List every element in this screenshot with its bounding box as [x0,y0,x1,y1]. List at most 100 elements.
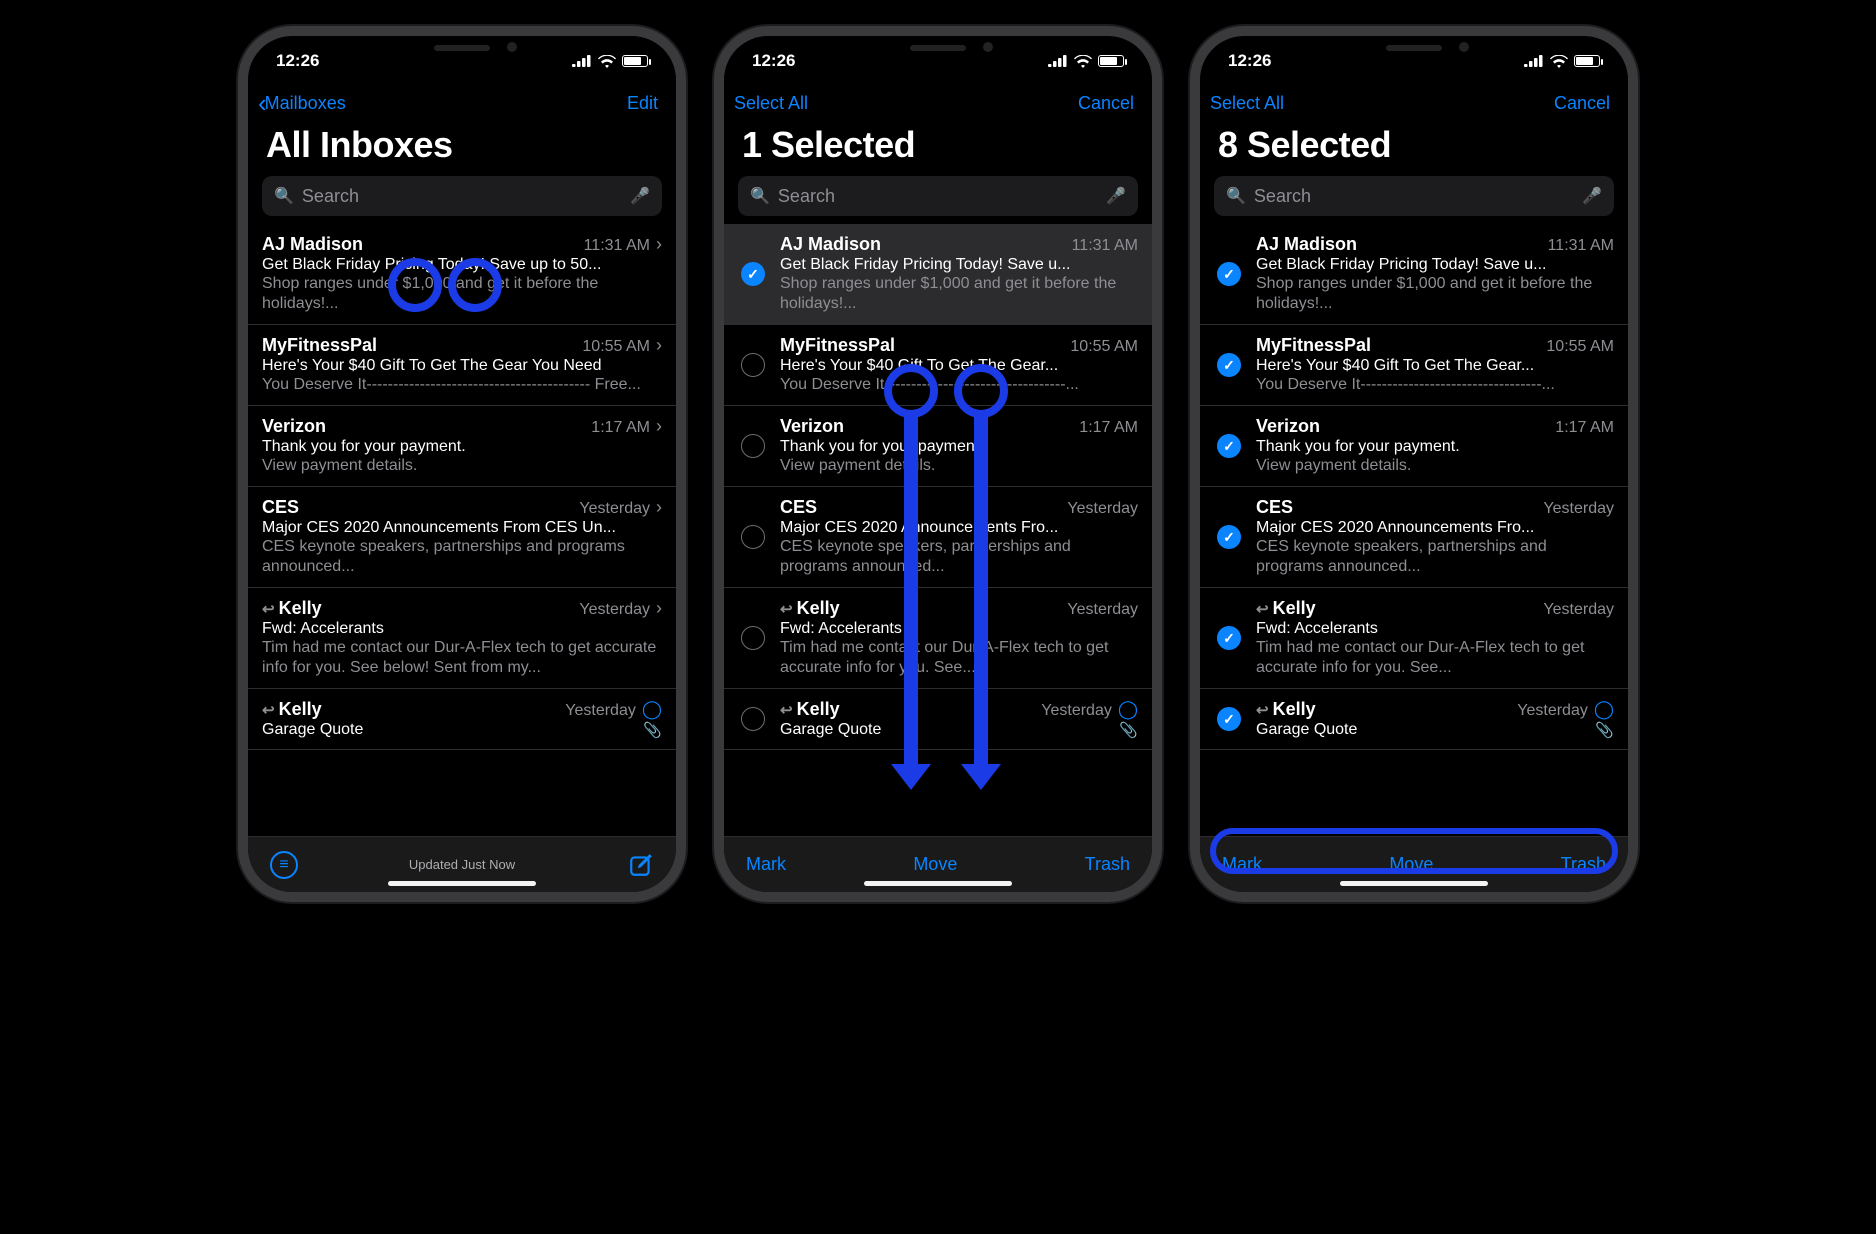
select-all-button[interactable]: Select All [1210,93,1284,114]
email-row[interactable]: MyFitnessPal10:55 AM›Here's Your $40 Gif… [248,325,676,406]
trash-button[interactable]: Trash [1561,854,1606,875]
checkbox-empty-icon[interactable] [741,707,765,731]
chevron-right-icon: › [656,416,662,437]
wifi-icon [1550,55,1568,68]
email-row[interactable]: ↩KellyYesterday›Fwd: AccelerantsTim had … [248,588,676,689]
email-list[interactable]: AJ Madison11:31 AM›Get Black Friday Pric… [248,224,676,836]
checkbox-empty-icon[interactable] [741,626,765,650]
nav-bar: Select All Cancel [724,82,1152,120]
email-row[interactable]: ✓AJ Madison11:31 AMGet Black Friday Pric… [1200,224,1628,325]
home-indicator[interactable] [388,881,536,886]
chevron-right-icon: › [656,598,662,619]
sender-label: Kelly [797,598,840,618]
email-row[interactable]: ✓CESYesterdayMajor CES 2020 Announcement… [1200,487,1628,588]
checkbox-empty-icon[interactable] [741,434,765,458]
time-label: Yesterday [579,500,650,518]
email-row[interactable]: ↩KellyYesterday◯Garage Quote📎 [248,689,676,750]
reply-icon: ↩ [262,601,275,618]
email-row[interactable]: ✓↩KellyYesterdayFwd: AccelerantsTim had … [1200,588,1628,689]
preview-label: Tim had me contact our Dur-A-Flex tech t… [262,638,662,678]
email-row[interactable]: Verizon1:17 AM›Thank you for your paymen… [248,406,676,487]
search-input[interactable]: 🔍Search🎤 [262,176,662,216]
email-row[interactable]: ✓Verizon1:17 AMThank you for your paymen… [1200,406,1628,487]
move-button[interactable]: Move [1389,854,1433,875]
search-placeholder: Search [302,186,630,207]
chevron-right-icon: › [656,234,662,255]
home-indicator[interactable] [864,881,1012,886]
time-label: Yesterday [565,702,636,720]
battery-icon [622,55,648,67]
email-row[interactable]: ✓MyFitnessPal10:55 AMHere's Your $40 Gif… [1200,325,1628,406]
preview-label: Shop ranges under $1,000 and get it befo… [262,274,662,314]
subject-label: Garage Quote [1256,721,1614,739]
notch [1309,36,1519,66]
edit-button[interactable]: Edit [627,93,658,114]
checkbox-checked-icon[interactable]: ✓ [741,262,765,286]
mark-button[interactable]: Mark [746,854,786,875]
attachment-icon: 📎 [1595,721,1614,739]
cancel-button[interactable]: Cancel [1554,93,1610,114]
cancel-button[interactable]: Cancel [1078,93,1134,114]
email-row[interactable]: ✓↩KellyYesterday◯Garage Quote📎 [1200,689,1628,750]
preview-label: Tim had me contact our Dur-A-Flex tech t… [780,638,1138,678]
email-row[interactable]: ✓AJ Madison11:31 AMGet Black Friday Pric… [724,224,1152,325]
sender-label: AJ Madison [780,234,881,254]
sender-label: MyFitnessPal [780,335,895,355]
time-label: 10:55 AM [582,338,650,356]
search-input[interactable]: 🔍Search🎤 [738,176,1138,216]
reply-icon: ↩ [262,702,275,719]
checkbox-checked-icon[interactable]: ✓ [1217,434,1241,458]
mic-icon[interactable]: 🎤 [1106,186,1126,206]
time-label: 11:31 AM [584,237,650,255]
email-row[interactable]: MyFitnessPal10:55 AMHere's Your $40 Gift… [724,325,1152,406]
subject-label: Major CES 2020 Announcements From CES Un… [262,519,662,537]
trash-button[interactable]: Trash [1085,854,1130,875]
move-button[interactable]: Move [913,854,957,875]
back-button[interactable]: ‹Mailboxes [258,93,346,114]
notch [833,36,1043,66]
preview-label: You Deserve It--------------------------… [262,375,662,395]
page-title: 1 Selected [724,120,1152,176]
select-all-button[interactable]: Select All [734,93,808,114]
email-row[interactable]: AJ Madison11:31 AM›Get Black Friday Pric… [248,224,676,325]
filter-button[interactable]: ≡ [270,851,298,879]
email-row[interactable]: ↩KellyYesterdayFwd: AccelerantsTim had m… [724,588,1152,689]
compose-button[interactable] [628,852,654,878]
checkbox-checked-icon[interactable]: ✓ [1217,262,1241,286]
checkbox-checked-icon[interactable]: ✓ [1217,353,1241,377]
thread-indicator-icon: ◯ [642,699,662,720]
sender-label: Kelly [797,699,840,719]
time-label: 10:55 AM [1070,338,1138,356]
phone-frame: 12:26Select AllCancel1 Selected🔍Search🎤✓… [714,26,1162,902]
sender-label: CES [262,497,299,517]
mic-icon[interactable]: 🎤 [1582,186,1602,206]
time-label: 1:17 AM [1079,419,1138,437]
subject-label: Thank you for your payment. [262,438,662,456]
checkbox-checked-icon[interactable]: ✓ [1217,525,1241,549]
mic-icon[interactable]: 🎤 [630,186,650,206]
phone-frame: 12:26‹MailboxesEditAll Inboxes🔍Search🎤AJ… [238,26,686,902]
email-row[interactable]: CESYesterday›Major CES 2020 Announcement… [248,487,676,588]
checkbox-empty-icon[interactable] [741,353,765,377]
subject-label: Fwd: Accelerants [1256,620,1614,638]
checkbox-checked-icon[interactable]: ✓ [1217,626,1241,650]
preview-label: You Deserve It--------------------------… [780,375,1138,395]
nav-bar: ‹Mailboxes Edit [248,82,676,120]
email-row[interactable]: ↩KellyYesterday◯Garage Quote📎 [724,689,1152,750]
search-input[interactable]: 🔍Search🎤 [1214,176,1614,216]
preview-label: Shop ranges under $1,000 and get it befo… [780,274,1138,314]
home-indicator[interactable] [1340,881,1488,886]
time-label: 10:55 AM [1546,338,1614,356]
email-list[interactable]: ✓AJ Madison11:31 AMGet Black Friday Pric… [724,224,1152,836]
battery-icon [1574,55,1600,67]
preview-label: View payment details. [262,456,662,476]
checkbox-checked-icon[interactable]: ✓ [1217,707,1241,731]
reply-icon: ↩ [1256,601,1269,618]
time-label: Yesterday [1517,702,1588,720]
preview-label: Tim had me contact our Dur-A-Flex tech t… [1256,638,1614,678]
email-row[interactable]: CESYesterdayMajor CES 2020 Announcements… [724,487,1152,588]
email-list[interactable]: ✓AJ Madison11:31 AMGet Black Friday Pric… [1200,224,1628,836]
checkbox-empty-icon[interactable] [741,525,765,549]
mark-button[interactable]: Mark [1222,854,1262,875]
email-row[interactable]: Verizon1:17 AMThank you for your payment… [724,406,1152,487]
